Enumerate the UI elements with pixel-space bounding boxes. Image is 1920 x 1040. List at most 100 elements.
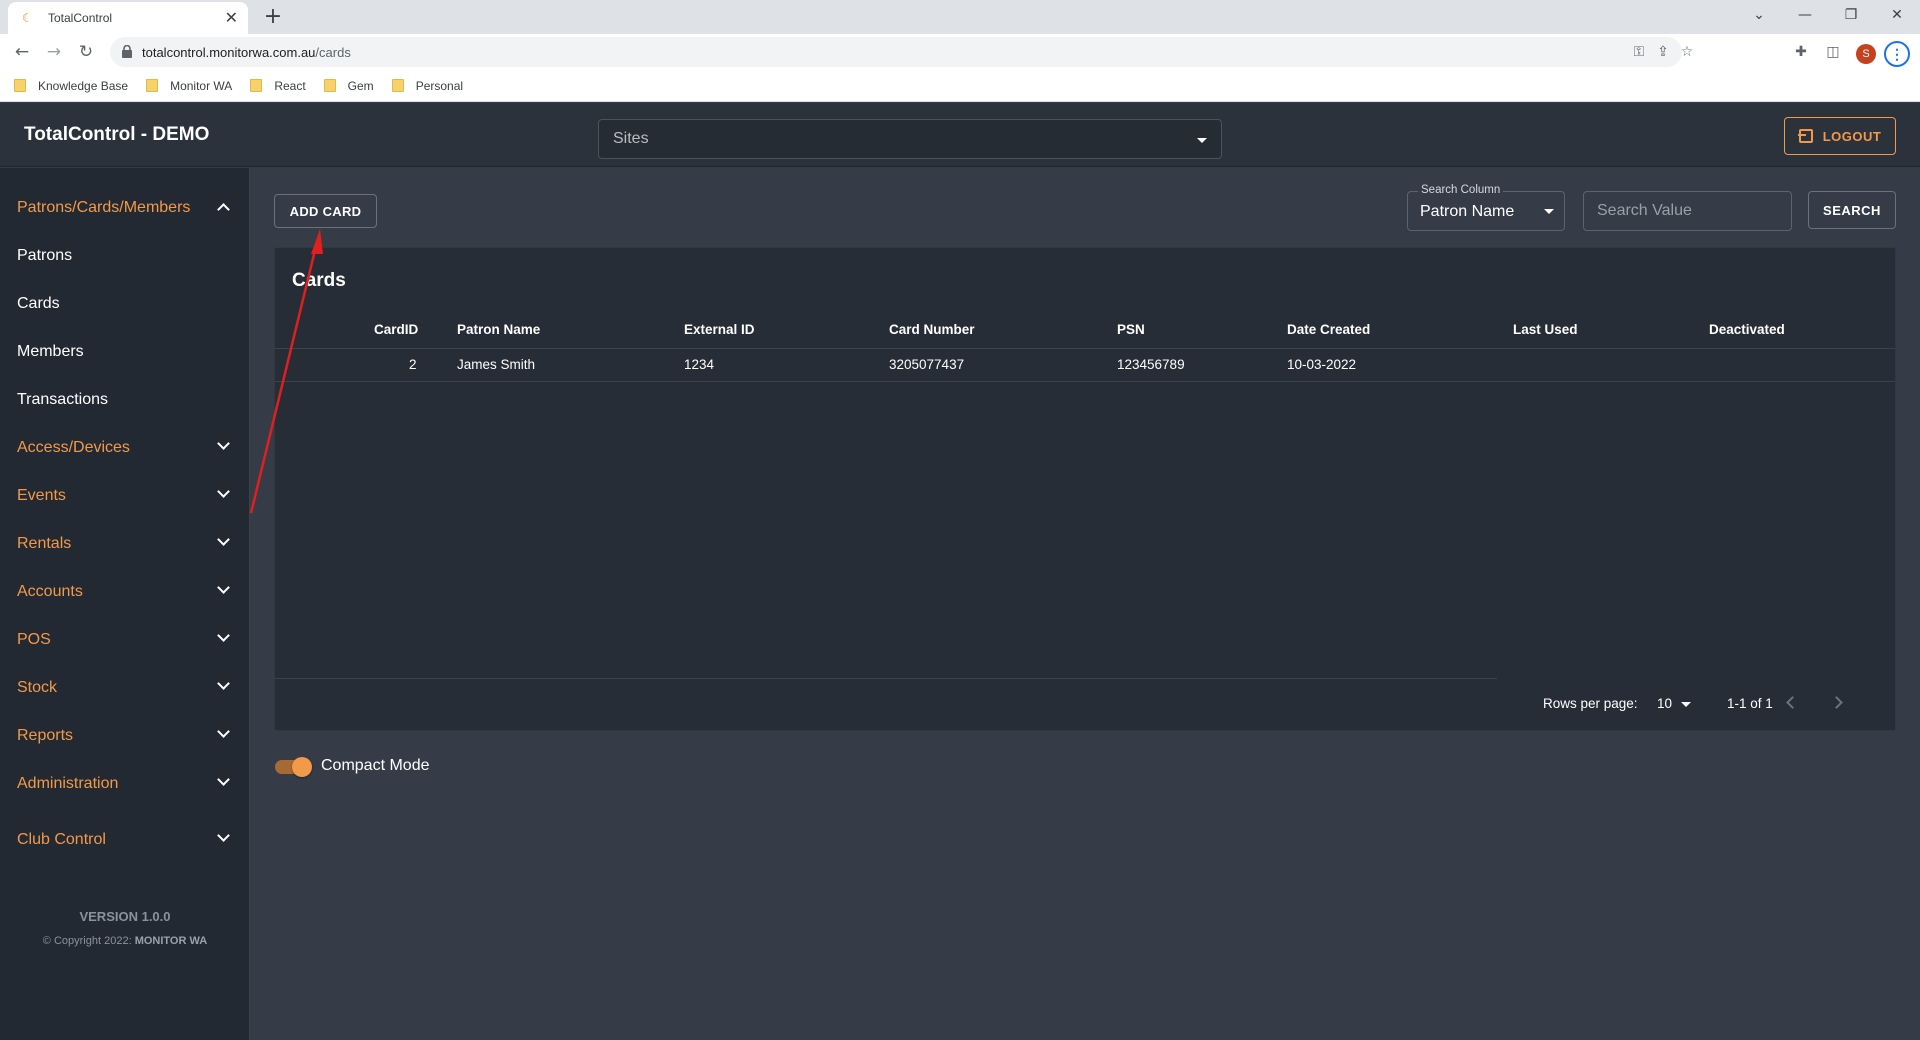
browser-toolbar: ← → ↻ totalcontrol.monitorwa.com.au/card…: [0, 34, 1920, 70]
extensions-puzzle-icon[interactable]: ✚: [1792, 43, 1810, 61]
lock-icon: [122, 45, 132, 58]
sidebar-item-members[interactable]: Members: [0, 332, 250, 372]
search-column-value: Patron Name: [1420, 203, 1515, 220]
row-divider: [275, 381, 1895, 382]
rows-per-page-label: Rows per page:: [1543, 696, 1638, 711]
folder-icon: [250, 79, 263, 92]
compact-mode-toggle[interactable]: [275, 757, 313, 777]
app-title: TotalControl - DEMO: [24, 124, 210, 145]
search-value-input[interactable]: [1583, 191, 1792, 231]
browser-tabstrip: ☾ TotalControl ✕ + ⌄ — ❐ ✕: [0, 0, 1920, 34]
sidebar-item-rentals[interactable]: Rentals: [0, 524, 250, 564]
chevron-down-icon: [217, 725, 230, 738]
sidebar-item-administration[interactable]: Administration: [0, 764, 250, 804]
column-header[interactable]: Last Used: [1513, 322, 1578, 337]
password-key-icon[interactable]: ⚿: [1630, 43, 1648, 61]
sites-label: Sites: [613, 130, 649, 147]
sites-select[interactable]: Sites: [598, 119, 1222, 159]
restore-button[interactable]: ❐: [1828, 0, 1874, 30]
sidebar-item-reports[interactable]: Reports: [0, 716, 250, 756]
bookmark-star-icon[interactable]: ☆: [1678, 43, 1696, 61]
column-header[interactable]: Deactivated: [1709, 322, 1785, 337]
cell-date-created: 10-03-2022: [1287, 357, 1357, 372]
cell-card-number: 3205077437: [889, 357, 965, 372]
close-window-button[interactable]: ✕: [1874, 0, 1920, 30]
bookmark-folder[interactable]: Personal: [391, 79, 463, 93]
table-title: Cards: [292, 270, 346, 291]
chevron-down-icon: [217, 485, 230, 498]
chevron-down-icon: [217, 437, 230, 450]
sidebar-item-patrons[interactable]: Patrons: [0, 236, 250, 276]
column-header[interactable]: Card Number: [889, 322, 975, 337]
reload-icon[interactable]: ↻: [72, 38, 100, 66]
cell-external-id: 1234: [684, 357, 715, 372]
chevron-down-icon: [217, 677, 230, 690]
copyright-text: © Copyright 2022: MONITOR WA: [42, 935, 208, 947]
cell-patron-name: James Smith: [457, 357, 536, 372]
column-header[interactable]: External ID: [684, 322, 755, 337]
minimize-button[interactable]: —: [1782, 0, 1828, 30]
dropdown-caret-icon: [1197, 138, 1207, 143]
url-text: totalcontrol.monitorwa.com.au/cards: [142, 45, 351, 60]
sidebar-item-club-control[interactable]: Club Control: [0, 820, 250, 860]
folder-icon: [323, 79, 336, 92]
search-button[interactable]: SEARCH: [1808, 191, 1896, 229]
column-header[interactable]: PSN: [1117, 322, 1145, 337]
cell-card-id: 2: [409, 357, 417, 372]
search-column-select[interactable]: Search Column Patron Name: [1407, 184, 1565, 231]
chevron-down-icon: [217, 533, 230, 546]
share-icon[interactable]: ⇪: [1654, 43, 1672, 61]
bookmark-folder[interactable]: Gem: [323, 79, 374, 93]
column-header[interactable]: CardID: [374, 322, 418, 337]
sidebar-item-accounts[interactable]: Accounts: [0, 572, 250, 612]
column-header[interactable]: Patron Name: [457, 322, 540, 337]
bookmark-folder[interactable]: Monitor WA: [146, 79, 232, 93]
sidebar-item-transactions[interactable]: Transactions: [0, 380, 250, 420]
add-card-button[interactable]: ADD CARD: [274, 194, 377, 228]
new-tab-button[interactable]: +: [260, 5, 286, 31]
bookmark-folder[interactable]: React: [250, 79, 306, 93]
previous-page-icon[interactable]: [1786, 696, 1799, 709]
tab-search-icon[interactable]: ⌄: [1736, 0, 1782, 30]
sidebar: Patrons/Cards/Members Patrons Cards Memb…: [0, 168, 250, 1040]
column-header[interactable]: Date Created: [1287, 322, 1370, 337]
sidebar-item-stock[interactable]: Stock: [0, 668, 250, 708]
address-bar[interactable]: totalcontrol.monitorwa.com.au/cards ⚿ ⇪ …: [110, 37, 1693, 67]
side-panel-icon[interactable]: ◫: [1824, 43, 1842, 61]
version-text: VERSION 1.0.0: [79, 909, 171, 924]
cell-psn: 123456789: [1117, 357, 1185, 372]
bookmark-folder[interactable]: Knowledge Base: [14, 79, 128, 93]
pagination-range: 1-1 of 1: [1727, 696, 1773, 711]
sidebar-item-pos[interactable]: POS: [0, 620, 250, 660]
dropdown-caret-icon: [1544, 209, 1554, 214]
browser-tab[interactable]: ☾ TotalControl ✕: [8, 2, 248, 34]
next-page-icon[interactable]: [1830, 696, 1843, 709]
chevron-down-icon: [217, 581, 230, 594]
back-arrow-icon[interactable]: ←: [8, 38, 36, 66]
folder-icon: [14, 79, 26, 92]
browser-menu-icon[interactable]: ⋮: [1884, 41, 1910, 67]
toggle-thumb: [292, 757, 312, 777]
dropdown-caret-icon: [1681, 702, 1691, 707]
sidebar-item-access-devices[interactable]: Access/Devices: [0, 428, 250, 468]
sidebar-item-patrons-cards-members[interactable]: Patrons/Cards/Members: [0, 188, 250, 228]
chevron-down-icon: [217, 829, 230, 842]
cards-table-panel: Cards CardID Patron Name External ID Car…: [274, 247, 1896, 731]
forward-arrow-icon[interactable]: →: [40, 38, 68, 66]
rows-per-page-select[interactable]: 10: [1657, 696, 1691, 711]
sidebar-item-events[interactable]: Events: [0, 476, 250, 516]
sidebar-item-cards[interactable]: Cards: [0, 284, 250, 324]
compact-mode-label: Compact Mode: [321, 757, 430, 774]
bookmarks-bar: Knowledge Base Monitor WA React Gem Pers…: [0, 70, 1920, 102]
profile-avatar[interactable]: S: [1856, 44, 1876, 64]
tab-close-icon[interactable]: ✕: [225, 10, 238, 26]
app-header: TotalControl - DEMO Sites LOGOUT: [0, 103, 1920, 167]
tab-title: TotalControl: [48, 11, 113, 25]
app-favicon-icon: ☾: [22, 11, 33, 25]
logout-button[interactable]: LOGOUT: [1784, 117, 1896, 155]
search-column-label: Search Column: [1418, 184, 1504, 196]
table-footer-divider: [275, 678, 1497, 679]
folder-icon: [391, 79, 404, 92]
chevron-up-icon: [217, 203, 230, 216]
chevron-down-icon: [217, 773, 230, 786]
